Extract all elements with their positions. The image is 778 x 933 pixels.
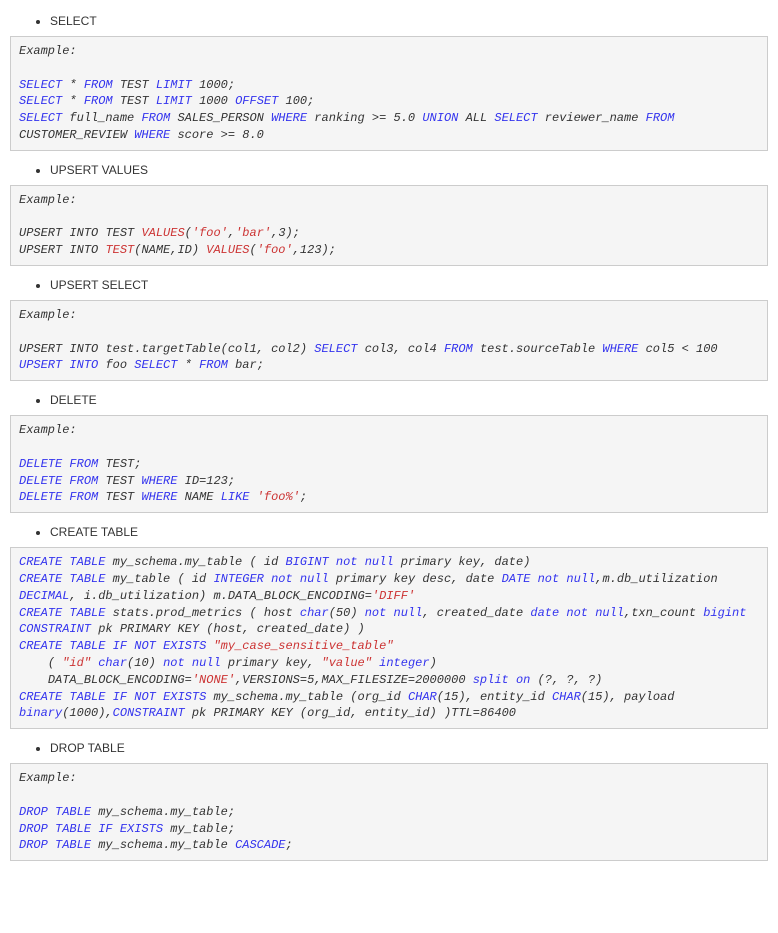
section-title-drop-table: DROP TABLE xyxy=(50,741,768,755)
codebox-delete: Example: DELETE FROM TEST; DELETE FROM T… xyxy=(10,415,768,513)
example-label: Example: xyxy=(19,771,77,785)
example-label: Example: xyxy=(19,44,77,58)
section-title-upsert-select: UPSERT SELECT xyxy=(50,278,768,292)
codebox-create-table: CREATE TABLE my_schema.my_table ( id BIG… xyxy=(10,547,768,729)
codebox-upsert-values: Example: UPSERT INTO TEST VALUES('foo','… xyxy=(10,185,768,266)
section-title-create-table: CREATE TABLE xyxy=(50,525,768,539)
section-title-delete: DELETE xyxy=(50,393,768,407)
section-bullet-drop-table: DROP TABLE xyxy=(10,741,768,755)
codebox-drop-table: Example: DROP TABLE my_schema.my_table; … xyxy=(10,763,768,861)
section-bullet-upsert-values: UPSERT VALUES xyxy=(10,163,768,177)
example-label: Example: xyxy=(19,308,77,322)
section-bullet-select: SELECT xyxy=(10,14,768,28)
section-bullet-create-table: CREATE TABLE xyxy=(10,525,768,539)
section-bullet-upsert-select: UPSERT SELECT xyxy=(10,278,768,292)
example-label: Example: xyxy=(19,193,77,207)
section-bullet-delete: DELETE xyxy=(10,393,768,407)
codebox-upsert-select: Example: UPSERT INTO test.targetTable(co… xyxy=(10,300,768,381)
section-title-select: SELECT xyxy=(50,14,768,28)
example-label: Example: xyxy=(19,423,77,437)
codebox-select: Example: SELECT * FROM TEST LIMIT 1000; … xyxy=(10,36,768,151)
section-title-upsert-values: UPSERT VALUES xyxy=(50,163,768,177)
